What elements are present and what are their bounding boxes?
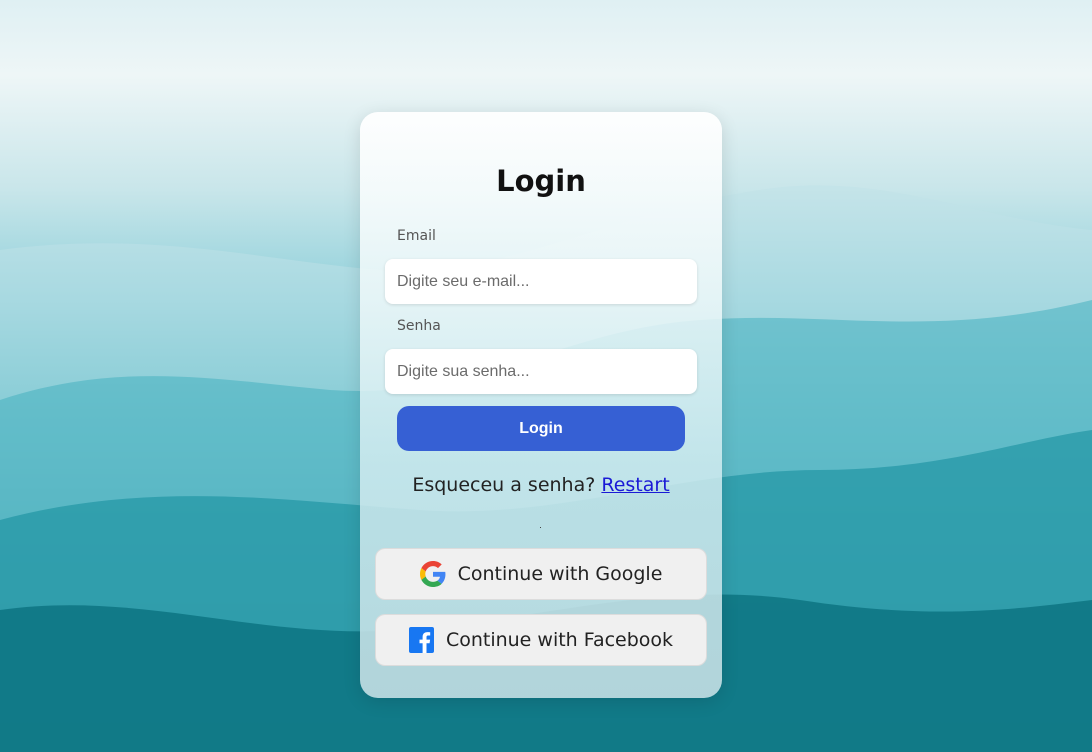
login-card (360, 112, 722, 698)
forgot-password-row: Esqueceu a senha? Restart (0, 474, 1082, 496)
email-label: Email (397, 228, 436, 244)
login-button[interactable]: Login (397, 406, 685, 451)
google-button-label: Continue with Google (457, 563, 663, 585)
login-title: Login (496, 164, 586, 198)
divider-dot (540, 527, 541, 528)
continue-with-facebook-button[interactable]: Continue with Facebook (375, 614, 707, 666)
forgot-password-text: Esqueceu a senha? (412, 474, 596, 496)
email-input[interactable] (385, 259, 697, 304)
facebook-button-label: Continue with Facebook (445, 629, 674, 651)
google-icon (419, 561, 446, 587)
facebook-icon (408, 627, 434, 653)
restart-link[interactable]: Restart (601, 474, 669, 496)
continue-with-google-button[interactable]: Continue with Google (375, 548, 707, 600)
password-label: Senha (397, 318, 441, 334)
password-input[interactable] (385, 349, 697, 394)
